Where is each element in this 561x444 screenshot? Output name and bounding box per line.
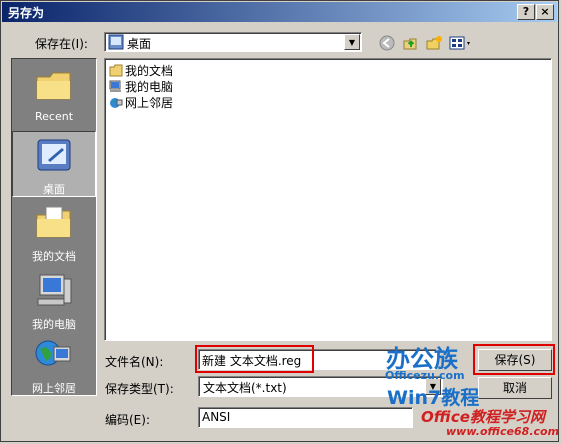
close-button[interactable]: × [536,4,554,20]
new-folder-icon[interactable] [425,35,443,55]
network-globe-icon [12,337,96,376]
place-network-label: 网上邻居 [32,382,76,395]
filetype-label: 保存类型(T): [105,382,174,396]
view-menu-icon[interactable] [449,35,473,55]
file-item-label: 我的电脑 [125,80,174,94]
save-button-highlight [473,344,555,375]
place-network[interactable]: 网上邻居 [12,331,96,397]
desktop-small-icon [108,34,124,53]
encoding-label: 编码(E): [105,413,150,427]
folder-icon [109,64,123,77]
place-my-documents-label: 我的文档 [32,250,76,263]
list-item[interactable]: 我的电脑 [109,78,173,94]
cancel-button[interactable]: 取消 [478,377,552,399]
place-recent-label: Recent [34,110,74,123]
list-item[interactable]: 我的文档 [109,62,173,78]
watermark-office: Office教程学习网 [421,408,545,426]
chevron-down-icon[interactable]: ▼ [344,34,360,50]
my-documents-icon [12,205,96,244]
my-computer-icon [12,273,96,312]
file-item-label: 我的文档 [125,64,174,78]
recent-folder-icon [12,67,96,106]
help-button[interactable]: ? [517,4,535,20]
save-in-value: 桌面 [127,37,152,51]
places-bar: Recent 桌面 我的文档 我的电脑 网上邻居 [11,58,97,396]
file-list[interactable]: 我的文档 我的电脑 网上邻居 [104,58,552,341]
desktop-icon [13,138,95,177]
save-in-combo[interactable]: 桌面 ▼ [104,32,362,52]
place-desktop[interactable]: 桌面 [12,131,96,197]
back-icon[interactable] [379,35,395,55]
watermark-office-site: www.office68.com [446,425,560,438]
title-bar: 另存为 ? × [2,2,557,22]
encoding-combo[interactable]: ANSI [198,407,413,428]
save-as-dialog: 另存为 ? × 保存在(I): 桌面 ▼ Recent 桌面 我的文档 我的电脑… [0,0,559,442]
up-folder-icon[interactable] [402,35,420,55]
place-my-computer[interactable]: 我的电脑 [12,267,96,333]
filename-label: 文件名(N): [105,355,164,369]
watermark-site: Officezu.com [385,369,465,382]
network-icon [109,96,123,109]
filetype-value: 文本文档(*.txt) [203,381,287,395]
dialog-title: 另存为 [8,6,45,20]
computer-icon [109,80,123,93]
filename-highlight [195,345,314,373]
place-desktop-label: 桌面 [43,183,65,196]
file-item-label: 网上邻居 [125,96,174,110]
place-recent[interactable]: Recent [12,61,96,127]
place-my-computer-label: 我的电脑 [32,318,76,331]
place-my-documents[interactable]: 我的文档 [12,199,96,265]
save-in-label: 保存在(I): [35,37,88,51]
list-item[interactable]: 网上邻居 [109,94,173,110]
